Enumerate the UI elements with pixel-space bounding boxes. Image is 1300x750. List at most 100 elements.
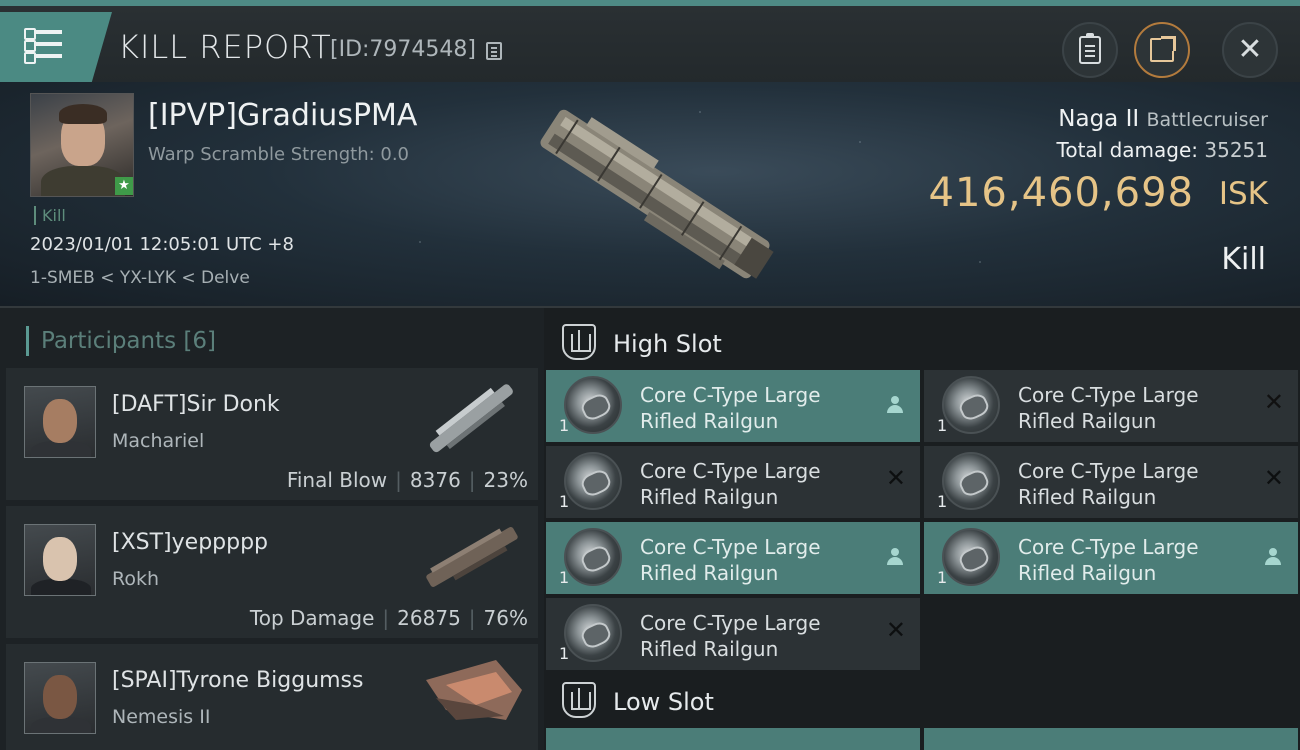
participant-avatar[interactable] [24, 386, 96, 458]
module-name-line1: Core C-Type Large [1018, 535, 1199, 559]
share-button[interactable] [1134, 22, 1190, 78]
railgun-icon [564, 452, 622, 510]
destroyed-x-icon: ✕ [1263, 464, 1284, 492]
participant-name: [DAFT]Sir Donk [112, 392, 280, 417]
module-name: Core C-Type Large Rifled Railgun [1018, 534, 1248, 586]
module-name-line2: Rifled Railgun [640, 485, 779, 509]
railgun-icon [942, 528, 1000, 586]
participant-role: Final Blow [286, 468, 388, 492]
avatar-hair [59, 104, 107, 124]
participant-row[interactable]: [SPAI]Tyrone Biggumss Nemesis II [6, 644, 538, 750]
module-name: Core C-Type Large Rifled Railgun [640, 458, 870, 510]
dropped-person-icon [886, 548, 904, 566]
close-icon: ✕ [1237, 32, 1263, 67]
module-quantity: 1 [937, 568, 948, 587]
dropped-person-icon [886, 396, 904, 414]
kill-tag: Kill [34, 206, 66, 225]
kill-datetime: 2023/01/01 12:05:01 UTC +8 [30, 234, 294, 255]
railgun-icon [942, 376, 1000, 434]
module-item[interactable]: 1 Core C-Type Large Rifled Railgun ✕ [546, 598, 920, 670]
report-id: [ID:7974548] [330, 37, 476, 62]
avatar-body [31, 441, 91, 457]
destroyed-x-icon: ✕ [1263, 388, 1284, 416]
isk-unit: ISK [1218, 176, 1268, 212]
participant-row[interactable]: [XST]yeppppp Rokh Top Damage | 26875 | 76% [6, 506, 538, 638]
menu-icon-line [24, 52, 62, 64]
participants-count: [6] [183, 328, 217, 354]
clipboard-icon [1079, 33, 1101, 64]
ship-name-text: Naga II [1058, 106, 1140, 132]
module-name: Core C-Type Large Rifled Railgun [640, 382, 870, 434]
module-name-line1: Core C-Type Large [640, 383, 821, 407]
participant-ship-image [426, 660, 522, 720]
participant-name: [XST]yeppppp [112, 530, 269, 555]
participant-ship-image [429, 384, 513, 453]
module-item[interactable]: 1 Core C-Type Large Rifled Railgun ✕ [924, 446, 1298, 518]
participants-title: Participants [41, 328, 177, 354]
module-name-line1: Core C-Type Large [640, 459, 821, 483]
clipboard-button[interactable] [1062, 22, 1118, 78]
avatar-body [41, 166, 125, 196]
module-quantity: 1 [559, 644, 570, 663]
module-name-line2: Rifled Railgun [1018, 561, 1157, 585]
kill-location[interactable]: 1-SMEB < YX-LYK < Delve [30, 268, 250, 288]
module-item[interactable] [924, 728, 1298, 750]
module-name: Core C-Type Large Rifled Railgun [640, 534, 870, 586]
participant-ship: Machariel [112, 430, 205, 452]
module-item[interactable]: 1 Core C-Type Large Rifled Railgun [924, 522, 1298, 594]
avatar-face [43, 399, 77, 443]
module-name-line2: Rifled Railgun [640, 561, 779, 585]
participant-role: Top Damage [249, 606, 375, 630]
close-button[interactable]: ✕ [1222, 22, 1278, 78]
module-quantity: 1 [937, 416, 948, 435]
module-name-line1: Core C-Type Large [1018, 383, 1199, 407]
low-slot-header: Low Slot [544, 674, 1300, 730]
module-name: Core C-Type Large Rifled Railgun [1018, 458, 1248, 510]
copy-id-icon[interactable] [486, 42, 502, 60]
total-damage-value: 35251 [1204, 138, 1268, 162]
total-damage-label: Total damage: [1056, 138, 1199, 162]
module-name: Core C-Type Large Rifled Railgun [1018, 382, 1248, 434]
fitting-panel: High Slot 1 Core C-Type Large Rifled Rai… [544, 308, 1300, 750]
railgun-icon [564, 376, 622, 434]
module-item[interactable]: 1 Core C-Type Large Rifled Railgun [546, 370, 920, 442]
participant-ship: Nemesis II [112, 706, 211, 728]
menu-button[interactable] [0, 12, 112, 82]
module-name-line2: Rifled Railgun [1018, 485, 1157, 509]
avatar-face [43, 675, 77, 719]
participant-percent: 23% [483, 468, 528, 492]
module-item[interactable]: 1 Core C-Type Large Rifled Railgun ✕ [924, 370, 1298, 442]
total-damage: Total damage: 35251 [1057, 138, 1268, 162]
module-item[interactable] [546, 728, 920, 750]
railgun-icon [942, 452, 1000, 510]
low-slot-icon [562, 682, 596, 718]
participant-percent: 76% [483, 606, 528, 630]
warp-scramble-text: Warp Scramble Strength: 0.0 [148, 144, 410, 165]
victim-ship-name[interactable]: Naga II Battlecruiser [1058, 106, 1268, 132]
participant-damage: 26875 [397, 606, 461, 630]
module-item[interactable]: 1 Core C-Type Large Rifled Railgun [546, 522, 920, 594]
destroyed-x-icon: ✕ [885, 464, 906, 492]
share-icon [1150, 36, 1176, 62]
high-slot-header: High Slot [544, 316, 1300, 372]
module-name-line2: Rifled Railgun [640, 409, 779, 433]
destroyed-x-icon: ✕ [885, 616, 906, 644]
module-name-line2: Rifled Railgun [1018, 409, 1157, 433]
ship-class-text: Battlecruiser [1146, 109, 1268, 131]
railgun-icon [564, 528, 622, 586]
participant-avatar[interactable] [24, 662, 96, 734]
high-slot-icon [562, 324, 596, 360]
divider: | [382, 606, 390, 630]
avatar-body [31, 579, 91, 595]
victim-name[interactable]: [IPVP]GradiusPMA [148, 98, 417, 133]
divider: | [395, 468, 402, 492]
participant-damage: 8376 [409, 468, 461, 492]
participant-avatar[interactable] [24, 524, 96, 596]
participant-row[interactable]: [DAFT]Sir Donk Machariel Final Blow | 8376… [6, 368, 538, 500]
low-slot-title: Low Slot [613, 688, 714, 716]
participant-ship: Rokh [112, 568, 160, 590]
module-item[interactable]: 1 Core C-Type Large Rifled Railgun ✕ [546, 446, 920, 518]
kill-result-label: Kill [1221, 242, 1266, 277]
dropped-person-icon [1264, 548, 1282, 566]
participants-header: Participants [6] [26, 326, 216, 356]
